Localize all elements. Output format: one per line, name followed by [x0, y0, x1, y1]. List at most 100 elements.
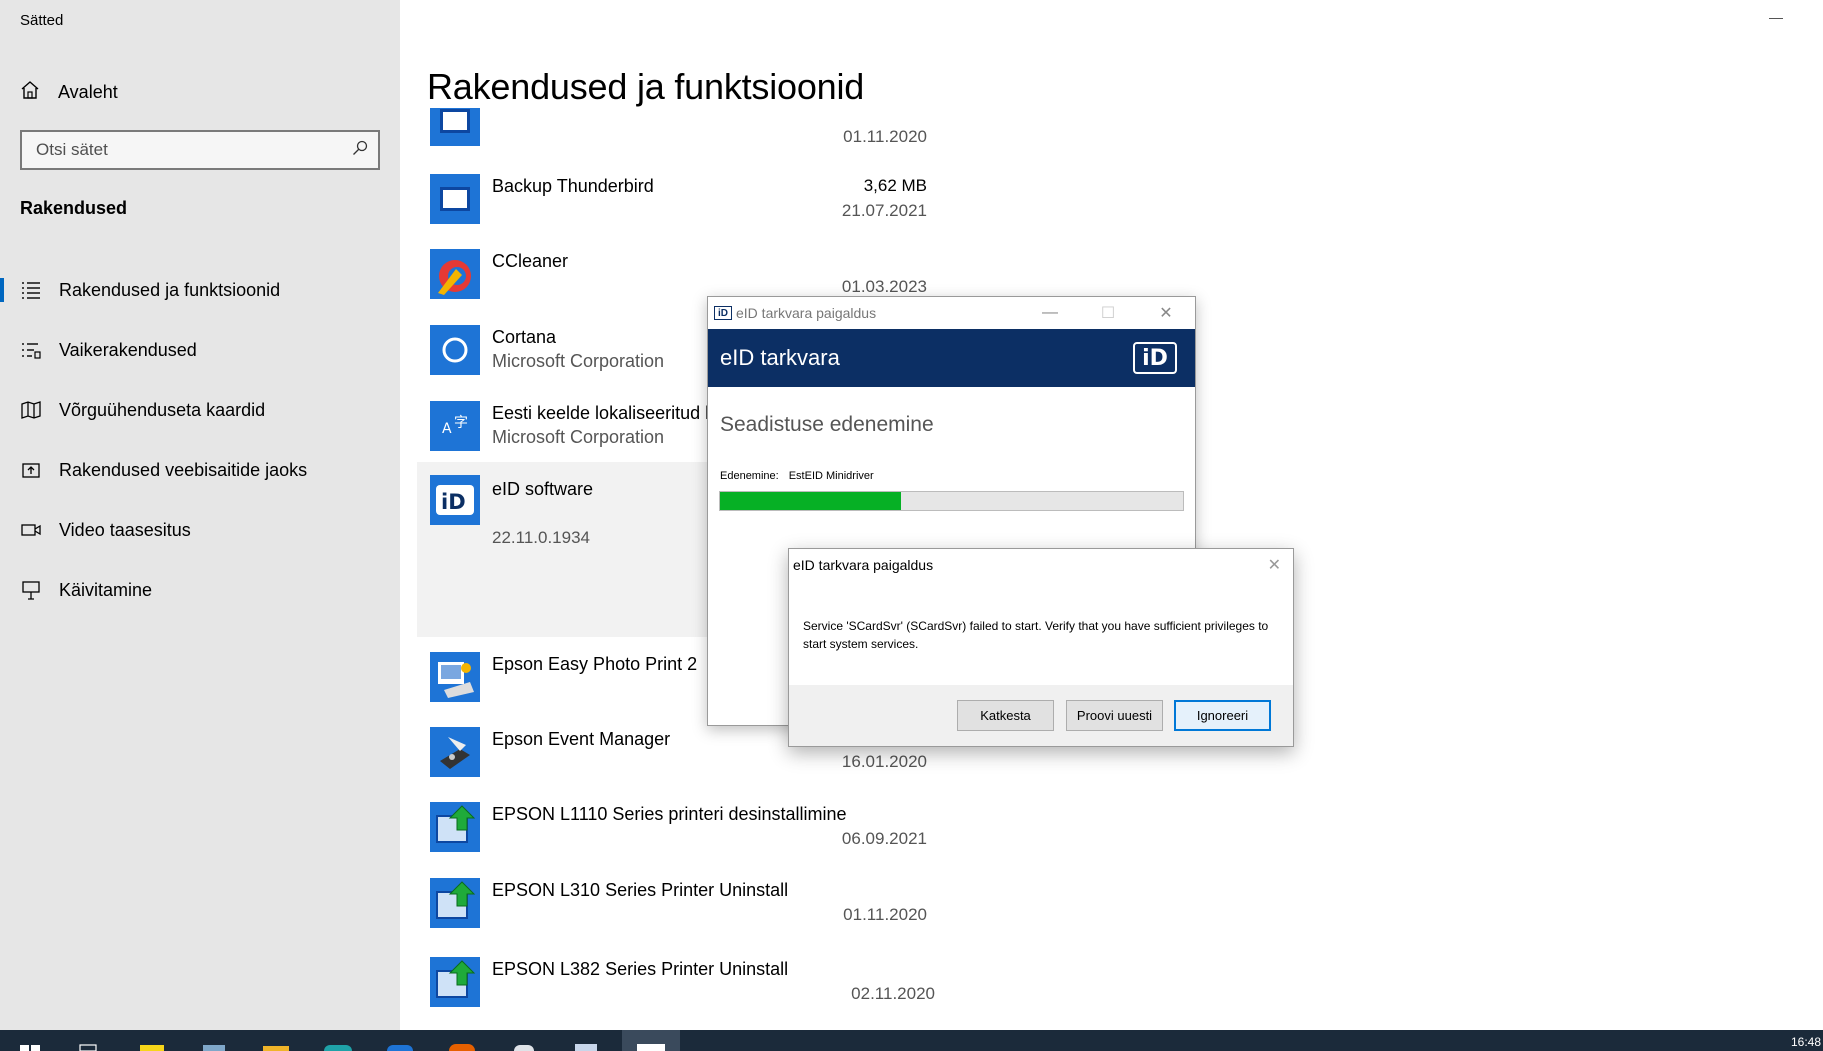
app-date: 16.01.2020 [841, 752, 927, 771]
list-item[interactable]: EPSON L1110 Series printeri desinstallim… [417, 798, 977, 874]
edge-icon[interactable] [312, 1030, 364, 1051]
svg-text:字: 字 [454, 415, 468, 431]
sidebar-item-startup[interactable]: Käivitamine [0, 560, 400, 620]
sidebar-item-offline-maps[interactable]: Võrguühenduseta kaardid [0, 380, 400, 440]
retry-button[interactable]: Proovi uuesti [1066, 700, 1163, 731]
installer-title: eID tarkvara paigaldus [736, 305, 877, 321]
sidebar-item-default-apps[interactable]: Vaikerakendused [0, 320, 400, 380]
calculator-icon[interactable] [188, 1030, 240, 1051]
minimize-icon[interactable]: — [1021, 297, 1079, 329]
list-icon [20, 279, 42, 301]
app-date: 06.09.2021 [841, 829, 927, 848]
sidebar-item-label: Video taasesitus [59, 519, 191, 540]
close-icon[interactable]: ✕ [1268, 555, 1281, 575]
svg-text:iD: iD [441, 490, 466, 514]
home-icon [20, 80, 40, 105]
eid-taskbar-icon[interactable] [622, 1030, 680, 1051]
file-explorer-icon[interactable] [250, 1030, 302, 1051]
app-date: 01.11.2020 [843, 905, 927, 924]
app-size: 3,62 MB [863, 176, 927, 195]
sidebar-nav: Rakendused ja funktsioonid Vaikerakendus… [0, 260, 400, 620]
epson-uninstall-icon [430, 878, 480, 928]
map-icon [20, 399, 42, 421]
settings-search-input[interactable] [36, 140, 336, 160]
eid-small-icon: iD [714, 306, 732, 320]
cortana-icon [430, 325, 480, 375]
home-label: Avaleht [58, 81, 118, 102]
taskbar: 16:48 [0, 1030, 1823, 1051]
progress-bar-fill [720, 492, 901, 510]
installer-titlebar[interactable]: iD eID tarkvara paigaldus — ☐ ✕ [708, 297, 1195, 329]
taskbar-clock[interactable]: 16:48 [1791, 1035, 1821, 1049]
sidebar-item-label: Vaikerakendused [59, 339, 197, 360]
app-name: Cortana [492, 327, 557, 347]
list-item[interactable]: EPSON L382 Series Printer Uninstall 02.1… [417, 953, 977, 1029]
app-name: eID software [492, 479, 594, 499]
video-icon [20, 519, 42, 541]
app-date: 01.03.2023 [841, 277, 927, 296]
page-title: Rakendused ja funktsioonid [427, 66, 865, 107]
search-icon[interactable] [352, 140, 368, 161]
progress-label-row: Edenemine: EstEID Minidriver [720, 470, 874, 482]
installer-subtitle: Seadistuse edenemine [720, 413, 934, 436]
app-title: Sätted [20, 12, 64, 29]
epson-uninstall-icon [430, 802, 480, 852]
list-item[interactable]: Backup Thunderbird 3,62 MB 21.07.2021 [417, 170, 977, 246]
ccleaner-icon [430, 249, 480, 299]
id-logo: iD [1133, 342, 1177, 374]
firefox-icon[interactable] [436, 1030, 488, 1051]
sidebar-item-apps-for-websites[interactable]: Rakendused veebisaitide jaoks [0, 440, 400, 500]
app-date: 02.11.2020 [851, 984, 935, 1003]
list-item[interactable]: 01.11.2020 [417, 106, 977, 156]
settings-sidebar: Sätted Avaleht Rakendused Rakendused ja … [0, 0, 400, 1030]
language-icon: A字 [430, 401, 480, 451]
app-publisher: Microsoft Corporation [492, 427, 665, 447]
app-window-icon[interactable] [560, 1030, 612, 1051]
app-name: Epson Easy Photo Print 2 [492, 654, 698, 674]
app-date: 01.11.2020 [843, 127, 927, 146]
sticky-notes-icon[interactable] [126, 1030, 178, 1051]
sidebar-item-apps-and-features[interactable]: Rakendused ja funktsioonid [0, 260, 400, 320]
svg-text:A: A [442, 421, 452, 437]
default-apps-icon [20, 339, 42, 361]
app-name: Eesti keelde lokaliseeritud ka [492, 403, 725, 423]
epson-event-icon [430, 727, 480, 777]
minimize-icon[interactable] [1769, 18, 1783, 19]
list-item[interactable]: EPSON L310 Series Printer Uninstall 01.1… [417, 874, 977, 950]
progress-label: Edenemine: [720, 470, 779, 482]
ignore-button[interactable]: Ignoreeri [1174, 700, 1271, 731]
app-name: Epson Event Manager [492, 729, 671, 749]
gear-icon[interactable] [498, 1030, 550, 1051]
app-name: EPSON L310 Series Printer Uninstall [492, 880, 789, 900]
app-version: 22.11.0.1934 [492, 528, 590, 547]
installer-banner: eID tarkvara iD [708, 329, 1195, 387]
start-icon[interactable] [4, 1030, 56, 1051]
sidebar-item-label: Rakendused ja funktsioonid [59, 279, 281, 300]
epson-photo-icon [430, 652, 480, 702]
browser-icon[interactable] [374, 1030, 426, 1051]
blue-app-icon [430, 174, 480, 224]
blue-app-icon [430, 106, 480, 146]
app-name: Backup Thunderbird [492, 176, 654, 196]
cancel-button[interactable]: Katkesta [957, 700, 1054, 731]
home-link[interactable]: Avaleht [20, 78, 118, 106]
maximize-icon: ☐ [1100, 305, 1116, 322]
epson-uninstall-icon [430, 957, 480, 1007]
task-view-icon[interactable] [62, 1030, 114, 1051]
app-publisher: Microsoft Corporation [492, 351, 665, 371]
close-icon[interactable]: ✕ [1137, 297, 1195, 329]
app-name: CCleaner [492, 251, 569, 271]
error-dialog-title: eID tarkvara paigaldus [793, 557, 934, 573]
progress-value: EstEID Minidriver [788, 470, 874, 482]
sidebar-item-label: Võrguühenduseta kaardid [59, 399, 266, 420]
settings-search-box[interactable] [20, 130, 380, 170]
app-name: EPSON L382 Series Printer Uninstall [492, 959, 789, 979]
startup-icon [20, 579, 42, 601]
error-message: Service 'SCardSvr' (SCardSvr) failed to … [803, 619, 1269, 651]
app-name: EPSON L1110 Series printeri desinstallim… [492, 804, 847, 824]
section-title: Rakendused [20, 198, 128, 218]
sidebar-item-label: Rakendused veebisaitide jaoks [59, 459, 308, 480]
sidebar-item-video-playback[interactable]: Video taasesitus [0, 500, 400, 560]
banner-title: eID tarkvara [720, 345, 840, 370]
eid-icon: iD [430, 475, 480, 525]
